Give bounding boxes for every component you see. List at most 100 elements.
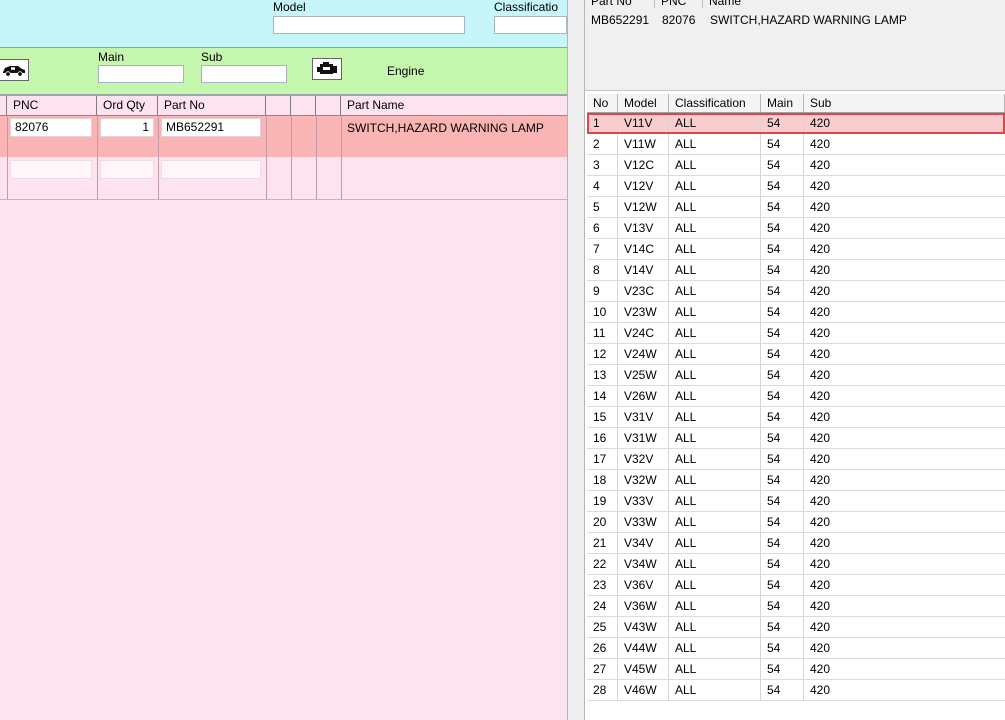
sub-cell: 420 [810, 473, 831, 487]
sub-field[interactable] [201, 65, 287, 83]
no-cell: 5 [587, 197, 618, 217]
column-header-sub[interactable]: Sub [804, 94, 1005, 112]
main-cell: 54 [761, 302, 804, 322]
ord-qty-cell[interactable]: 1 [100, 118, 154, 137]
classification-cell: ALL [669, 617, 761, 637]
column-header-part-no[interactable]: Part No [158, 96, 266, 115]
table-row[interactable]: 26 V44W ALL 54 420 [587, 638, 1005, 659]
main-cell: 54 [761, 470, 804, 490]
table-row[interactable]: 5 V12W ALL 54 420 [587, 197, 1005, 218]
table-row[interactable]: 13 V25W ALL 54 420 [587, 365, 1005, 386]
panel-splitter[interactable] [567, 0, 585, 720]
classification-cell: ALL [669, 239, 761, 259]
sub-cell: 420 [810, 242, 831, 256]
part-name-cell[interactable]: SWITCH,HAZARD WARNING LAMP [347, 121, 544, 135]
table-row[interactable]: 14 V26W ALL 54 420 [587, 386, 1005, 407]
main-cell: 54 [761, 323, 804, 343]
table-row[interactable]: 27 V45W ALL 54 420 [587, 659, 1005, 680]
table-row[interactable]: 18 V32W ALL 54 420 [587, 470, 1005, 491]
sub-cell: 420 [810, 137, 831, 151]
classification-cell: ALL [669, 491, 761, 511]
no-cell: 14 [587, 386, 618, 406]
classification-cell: ALL [669, 449, 761, 469]
car-icon[interactable] [0, 59, 29, 81]
column-header-blank[interactable] [291, 96, 316, 115]
table-row[interactable]: 24 V36W ALL 54 420 [587, 596, 1005, 617]
no-cell: 26 [587, 638, 618, 658]
table-row[interactable]: 7 V14C ALL 54 420 [587, 239, 1005, 260]
no-cell: 17 [587, 449, 618, 469]
part-detail: Part No PNC Name MB652291 82076 SWITCH,H… [585, 0, 1005, 91]
model-label: Model [273, 0, 306, 14]
table-row[interactable]: 15 V31V ALL 54 420 [587, 407, 1005, 428]
model-cell: V34W [618, 554, 669, 574]
table-row[interactable]: 6 V13V ALL 54 420 [587, 218, 1005, 239]
column-header-blank[interactable] [266, 96, 291, 115]
model-cell: V33V [618, 491, 669, 511]
model-cell: V26W [618, 386, 669, 406]
column-header-part-name[interactable]: Part Name [341, 96, 567, 115]
part-no-cell[interactable]: MB652291 [161, 118, 261, 137]
main-field[interactable] [98, 65, 184, 83]
model-cell: V12V [618, 176, 669, 196]
classification-label: Classificatio [494, 0, 559, 14]
main-cell: 54 [761, 365, 804, 385]
table-row[interactable]: 2 V11W ALL 54 420 [587, 134, 1005, 155]
no-cell: 7 [587, 239, 618, 259]
sub-cell: 420 [810, 158, 831, 172]
detail-header-part-no[interactable]: Part No [585, 0, 655, 8]
main-cell: 54 [761, 428, 804, 448]
table-row[interactable]: 25 V43W ALL 54 420 [587, 617, 1005, 638]
sub-cell: 420 [810, 662, 831, 676]
no-cell: 6 [587, 218, 618, 238]
detail-header-name[interactable]: Name [703, 0, 1005, 8]
column-header-ord-qty[interactable]: Ord Qty [97, 96, 158, 115]
engine-icon[interactable] [312, 58, 342, 80]
detail-header-pnc[interactable]: PNC [655, 0, 703, 8]
column-header-no[interactable]: No [587, 94, 618, 112]
table-row[interactable]: 28 V46W ALL 54 420 [587, 680, 1005, 701]
table-row[interactable]: 10 V23W ALL 54 420 [587, 302, 1005, 323]
column-header-pnc[interactable]: PNC [7, 96, 97, 115]
table-row[interactable]: 8 V14V ALL 54 420 [587, 260, 1005, 281]
table-row[interactable]: 82076 1 MB652291 SWITCH,HAZARD WARNING L… [0, 116, 567, 157]
main-cell: 54 [761, 344, 804, 364]
classification-field[interactable] [494, 16, 567, 34]
table-row[interactable]: 17 V32V ALL 54 420 [587, 449, 1005, 470]
pnc-cell[interactable]: 82076 [10, 118, 92, 137]
column-header-blank[interactable] [316, 96, 341, 115]
table-row[interactable]: 12 V24W ALL 54 420 [587, 344, 1005, 365]
table-row[interactable]: 9 V23C ALL 54 420 [587, 281, 1005, 302]
column-header-classification[interactable]: Classification [669, 94, 761, 112]
table-row[interactable]: 11 V24C ALL 54 420 [587, 323, 1005, 344]
table-row[interactable]: 21 V34V ALL 54 420 [587, 533, 1005, 554]
table-row[interactable] [0, 157, 567, 200]
sub-cell: 420 [810, 620, 831, 634]
table-row[interactable]: 23 V36V ALL 54 420 [587, 575, 1005, 596]
column-header-main[interactable]: Main [761, 94, 804, 112]
model-cell: V34V [618, 533, 669, 553]
model-cell: V36W [618, 596, 669, 616]
table-row[interactable]: 1 V11V ALL 54 420 [587, 113, 1005, 134]
applicability-table-body: 1 V11V ALL 54 420 2 V11W ALL 54 420 3 V12C ALL 54 420 4… [587, 113, 1005, 701]
classification-cell: ALL [669, 365, 761, 385]
table-row[interactable]: 19 V33V ALL 54 420 [587, 491, 1005, 512]
part-no-cell[interactable] [161, 160, 261, 179]
sub-cell: 420 [810, 368, 831, 382]
classification-cell: ALL [669, 680, 761, 700]
ord-qty-cell[interactable] [100, 160, 154, 179]
pnc-cell[interactable] [10, 160, 92, 179]
sub-cell: 420 [810, 116, 831, 130]
main-cell: 54 [761, 176, 804, 196]
table-row[interactable]: 22 V34W ALL 54 420 [587, 554, 1005, 575]
sub-cell: 420 [810, 347, 831, 361]
table-row[interactable]: 16 V31W ALL 54 420 [587, 428, 1005, 449]
table-row[interactable]: 3 V12C ALL 54 420 [587, 155, 1005, 176]
table-row[interactable]: 4 V12V ALL 54 420 [587, 176, 1005, 197]
no-cell: 19 [587, 491, 618, 511]
classification-cell: ALL [669, 575, 761, 595]
sub-cell: 420 [810, 326, 831, 340]
table-row[interactable]: 20 V33W ALL 54 420 [587, 512, 1005, 533]
column-header-model[interactable]: Model [618, 94, 669, 112]
model-field[interactable] [273, 16, 465, 34]
